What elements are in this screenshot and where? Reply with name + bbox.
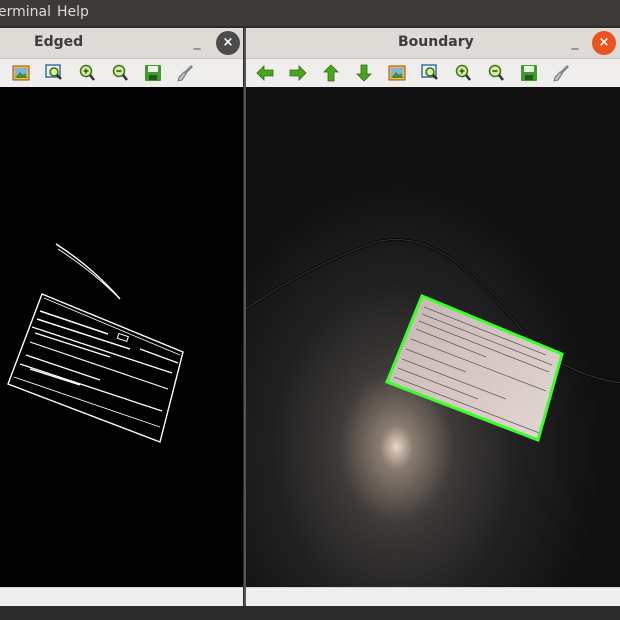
save-icon[interactable]: [143, 63, 163, 83]
menu-help[interactable]: Help: [57, 4, 89, 20]
app-menubar: erminal Help: [0, 0, 620, 26]
edged-close-button[interactable]: ×: [216, 31, 240, 55]
zoom-in-icon[interactable]: [453, 63, 473, 83]
boundary-titlebar[interactable]: Boundary _ ×: [246, 28, 620, 59]
edged-toolbar: [0, 59, 243, 88]
edged-window-title: Edged: [34, 34, 84, 50]
edged-window: Edged _ ×: [0, 28, 243, 608]
edged-statusbar: [0, 587, 243, 608]
zoom-out-icon[interactable]: [110, 63, 130, 83]
edged-titlebar[interactable]: Edged _ ×: [0, 28, 243, 59]
boundary-toolbar: [246, 59, 620, 88]
image-icon[interactable]: [387, 63, 407, 83]
menu-terminal[interactable]: erminal: [0, 4, 51, 20]
zoom-out-icon[interactable]: [486, 63, 506, 83]
zoom-fit-icon[interactable]: [420, 63, 440, 83]
save-icon[interactable]: [519, 63, 539, 83]
boundary-image-canvas: [246, 87, 620, 587]
boundary-minimize-button[interactable]: _: [566, 34, 584, 52]
arrow-right-icon[interactable]: [288, 63, 308, 83]
brush-icon[interactable]: [552, 63, 572, 83]
boundary-window: Boundary _ ×: [244, 28, 620, 608]
terminal-bottom-strip: [0, 606, 620, 620]
arrow-left-icon[interactable]: [255, 63, 275, 83]
arrow-down-icon[interactable]: [354, 63, 374, 83]
boundary-statusbar: [246, 587, 620, 608]
image-icon[interactable]: [11, 63, 31, 83]
edged-minimize-button[interactable]: _: [188, 34, 206, 52]
arrow-up-icon[interactable]: [321, 63, 341, 83]
boundary-window-title: Boundary: [398, 34, 474, 50]
edged-image-canvas: [0, 87, 243, 587]
brush-icon[interactable]: [176, 63, 196, 83]
zoom-fit-icon[interactable]: [44, 63, 64, 83]
boundary-close-button[interactable]: ×: [592, 31, 616, 55]
zoom-in-icon[interactable]: [77, 63, 97, 83]
edge-detection-image: [7, 243, 184, 443]
boundary-photo: [246, 87, 620, 587]
